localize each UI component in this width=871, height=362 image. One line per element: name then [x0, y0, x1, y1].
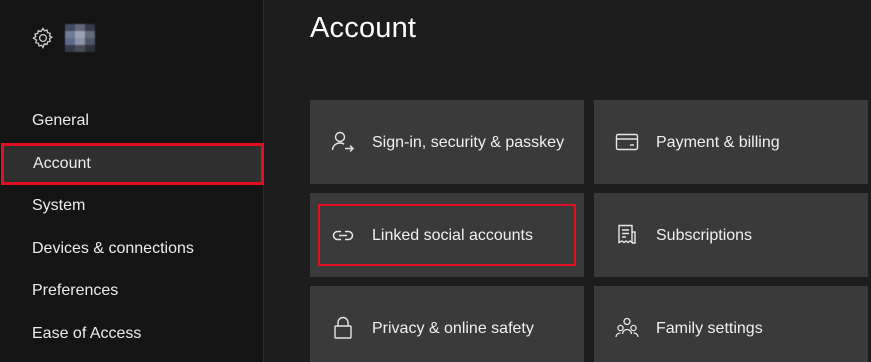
avatar[interactable]	[65, 24, 95, 52]
sidebar-item-system[interactable]: System	[0, 185, 264, 228]
main-content: Account Sign-in, security & passkey Paym…	[265, 0, 871, 362]
receipt-icon	[618, 224, 636, 244]
sidebar-item-label: Devices & connections	[32, 239, 194, 257]
tile-payment-billing[interactable]: Payment & billing	[594, 100, 868, 184]
sidebar-item-general[interactable]: General	[0, 100, 264, 143]
sidebar-item-label: System	[32, 197, 86, 215]
tile-privacy-online-safety[interactable]: Privacy & online safety	[310, 286, 584, 362]
tile-sign-in-security[interactable]: Sign-in, security & passkey	[310, 100, 584, 184]
sidebar-header	[31, 24, 95, 52]
tile-label: Linked social accounts	[372, 226, 533, 244]
tile-label: Payment & billing	[656, 133, 780, 151]
sidebar-item-preferences[interactable]: Preferences	[0, 270, 264, 313]
tile-label: Family settings	[656, 319, 763, 337]
sidebar-item-label: Preferences	[32, 282, 119, 300]
sidebar: General Account System Devices & connect…	[0, 0, 264, 362]
sidebar-nav: General Account System Devices & connect…	[0, 100, 264, 355]
card-icon	[615, 133, 639, 151]
person-arrow-icon	[331, 131, 354, 152]
tile-linked-social-accounts[interactable]: Linked social accounts	[310, 193, 584, 277]
settings-window: General Account System Devices & connect…	[0, 0, 871, 362]
sidebar-item-ease-of-access[interactable]: Ease of Access	[0, 313, 264, 356]
sidebar-item-label: Account	[33, 154, 91, 172]
tile-label: Subscriptions	[656, 226, 753, 244]
tile-label: Privacy & online safety	[372, 319, 534, 337]
tile-family-settings[interactable]: Family settings	[594, 286, 868, 362]
page-title: Account	[310, 12, 417, 44]
tile-label: Sign-in, security & passkey	[372, 133, 565, 151]
gear-icon[interactable]	[31, 26, 55, 50]
lock-icon	[334, 316, 352, 339]
people-icon	[615, 317, 639, 338]
sidebar-item-devices-connections[interactable]: Devices & connections	[0, 228, 264, 271]
tile-subscriptions[interactable]: Subscriptions	[594, 193, 868, 277]
sidebar-item-label: Ease of Access	[32, 324, 142, 342]
sidebar-item-account[interactable]: Account	[1, 142, 264, 185]
link-icon	[332, 230, 354, 241]
sidebar-item-label: General	[32, 112, 89, 130]
